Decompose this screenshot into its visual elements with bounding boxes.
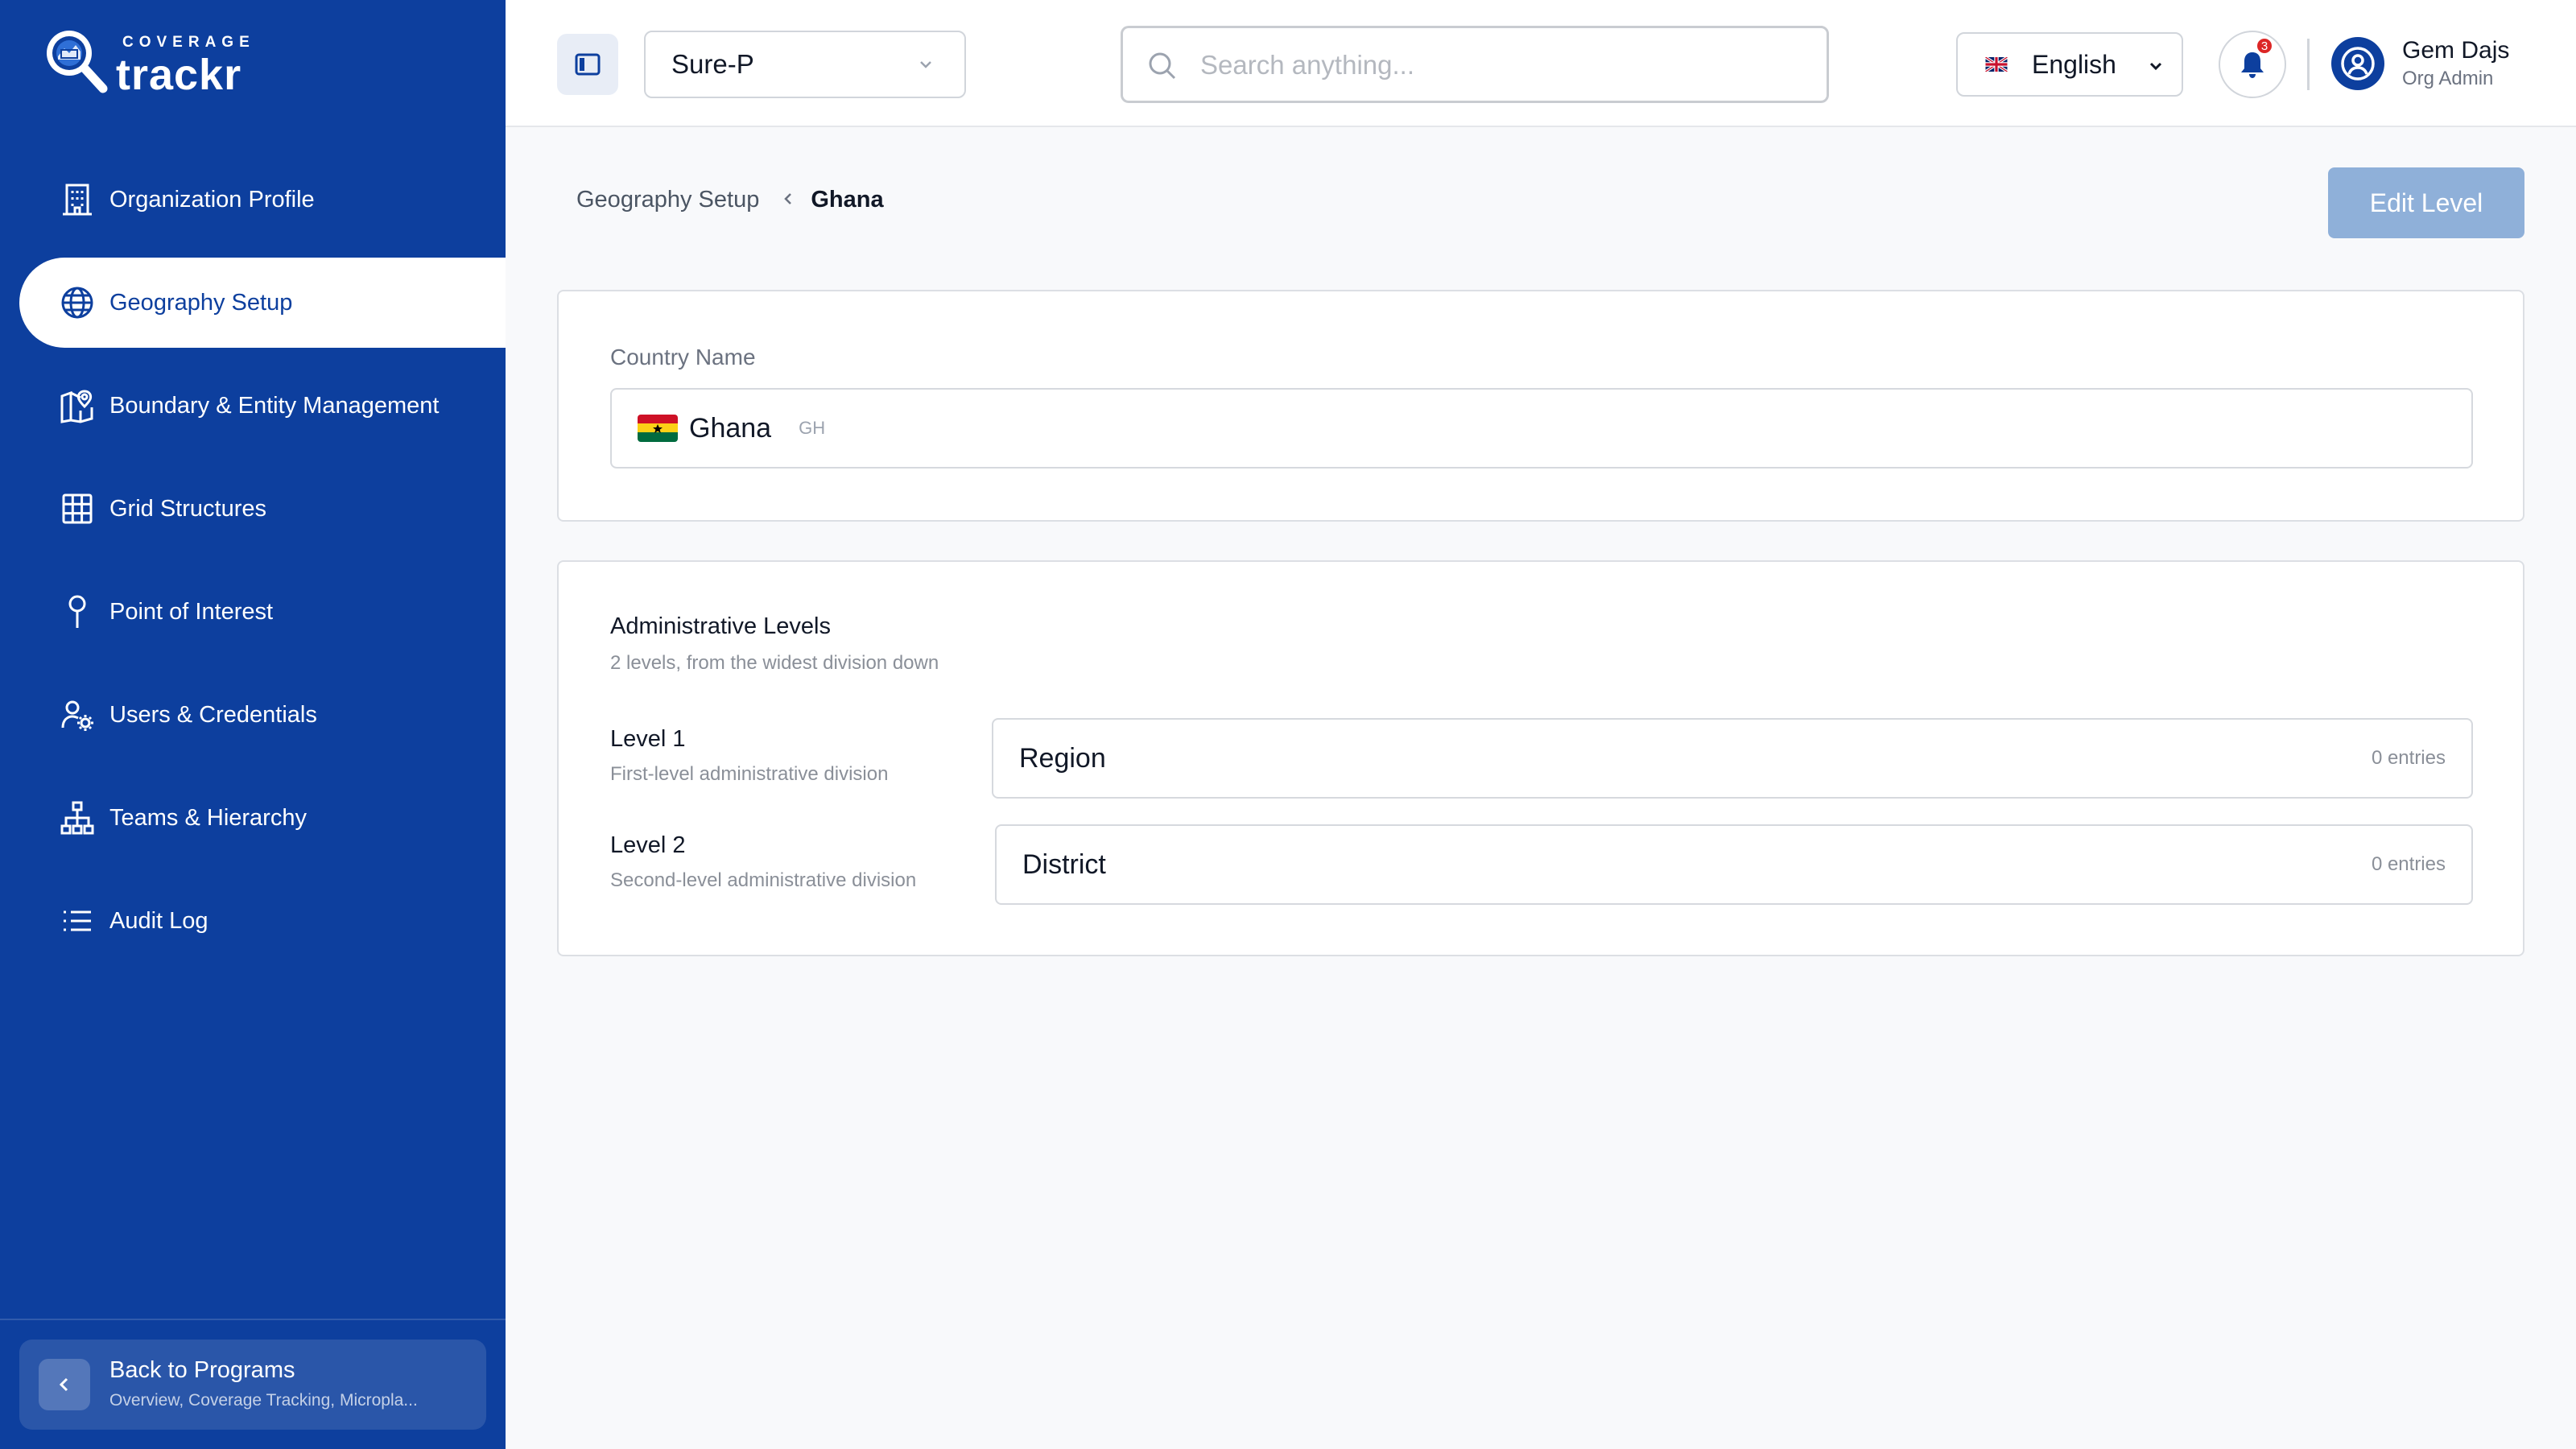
sidebar-item-label: Point of Interest [109, 598, 274, 625]
sidebar-item-organization-profile[interactable]: Organization Profile [0, 155, 506, 245]
grid-icon [60, 491, 95, 526]
level-1-description: First-level administrative division [610, 763, 889, 785]
avatar[interactable] [2331, 37, 2384, 90]
level-2-entry-count: 0 entries [2371, 853, 2446, 875]
sidebar-item-label: Audit Log [109, 907, 208, 934]
search-icon [1149, 52, 1176, 80]
breadcrumb-geography-setup-link[interactable]: Geography Setup [576, 187, 759, 213]
program-select[interactable]: Sure-P [644, 31, 966, 98]
magnifier-logo-icon [39, 24, 116, 101]
pin-icon [60, 594, 95, 630]
notification-count-badge: 3 [2256, 37, 2273, 55]
notifications-button[interactable]: 3 [2219, 31, 2286, 98]
building-icon [60, 182, 95, 217]
sidebar-item-point-of-interest[interactable]: Point of Interest [0, 567, 506, 657]
edit-level-button[interactable]: Edit Level [2328, 167, 2524, 238]
hierarchy-icon [60, 800, 95, 836]
brand-title: trackr [116, 51, 242, 99]
chevron-down-icon [2149, 62, 2162, 71]
sidebar-item-teams-hierarchy[interactable]: Teams & Hierarchy [0, 773, 506, 863]
user-name[interactable]: Gem Dajs [2402, 37, 2509, 64]
uk-flag-icon [1985, 57, 2008, 72]
sidebar-item-geography-setup[interactable]: Geography Setup [19, 258, 506, 348]
breadcrumb-current: Ghana [811, 187, 884, 213]
brand-subtitle: COVERAGE [122, 34, 255, 51]
sidebar-nav: Organization Profile Geography Setup Bou… [0, 155, 506, 979]
user-gear-icon [60, 697, 95, 733]
top-header: Sure-P English 3 Gem Dajs [506, 0, 2576, 127]
level-1-value: Region [1019, 742, 1106, 774]
administrative-levels-card: Administrative Levels 2 levels, from the… [557, 560, 2524, 956]
chevron-left-icon [39, 1359, 90, 1410]
app-logo[interactable]: COVERAGE trackr [39, 24, 250, 101]
levels-subtitle: 2 levels, from the widest division down [610, 652, 939, 674]
sidebar-item-label: Teams & Hierarchy [109, 804, 307, 831]
sidebar: COVERAGE trackr Organization Profile Geo… [0, 0, 506, 1449]
country-name-field[interactable]: Ghana GH [610, 388, 2473, 469]
breadcrumb: Geography Setup Ghana [576, 187, 884, 213]
search-box[interactable] [1121, 26, 1829, 103]
level-2-value: District [1022, 848, 1106, 880]
sidebar-item-label: Geography Setup [109, 289, 293, 316]
level-2-description: Second-level administrative division [610, 869, 917, 891]
sidebar-item-grid-structures[interactable]: Grid Structures [0, 464, 506, 554]
sidebar-item-audit-log[interactable]: Audit Log [0, 876, 506, 966]
level-1-field[interactable]: Region 0 entries [992, 718, 2473, 799]
level-2-field[interactable]: District 0 entries [995, 824, 2473, 905]
header-divider [2307, 39, 2310, 90]
level-1-name: Level 1 [610, 726, 686, 752]
language-select[interactable]: English [1956, 32, 2183, 97]
sidebar-item-label: Users & Credentials [109, 701, 317, 728]
country-card: Country Name Ghana GH [557, 290, 2524, 522]
level-1-entry-count: 0 entries [2371, 747, 2446, 769]
globe-icon [60, 285, 95, 320]
back-subtitle: Overview, Coverage Tracking, Micropla... [109, 1391, 418, 1410]
sidebar-item-boundary-entity-management[interactable]: Boundary & Entity Management [0, 361, 506, 451]
program-select-value: Sure-P [671, 49, 754, 79]
chevron-left-icon [780, 187, 796, 213]
chevron-down-icon [920, 61, 931, 68]
list-icon [60, 903, 95, 939]
country-name-value: Ghana [689, 412, 772, 444]
level-2-name: Level 2 [610, 832, 686, 858]
map-pin-icon [60, 388, 95, 423]
sidebar-item-label: Boundary & Entity Management [109, 392, 440, 419]
country-name-label: Country Name [610, 345, 756, 369]
sidebar-item-label: Organization Profile [109, 186, 315, 213]
search-input[interactable] [1200, 43, 1796, 88]
sidebar-divider [0, 1319, 506, 1320]
sidebar-toggle-button[interactable] [557, 34, 618, 95]
country-code: GH [799, 418, 826, 438]
user-role: Org Admin [2402, 68, 2494, 89]
sidebar-toggle-icon [575, 53, 601, 76]
sidebar-item-label: Grid Structures [109, 495, 266, 522]
back-to-programs-button[interactable]: Back to Programs Overview, Coverage Trac… [19, 1340, 486, 1430]
levels-title: Administrative Levels [610, 613, 831, 639]
ghana-flag-icon [638, 415, 678, 442]
sidebar-item-users-credentials[interactable]: Users & Credentials [0, 670, 506, 760]
back-title: Back to Programs [109, 1357, 295, 1383]
language-select-value: English [2032, 49, 2116, 79]
user-circle-icon [2341, 47, 2375, 80]
